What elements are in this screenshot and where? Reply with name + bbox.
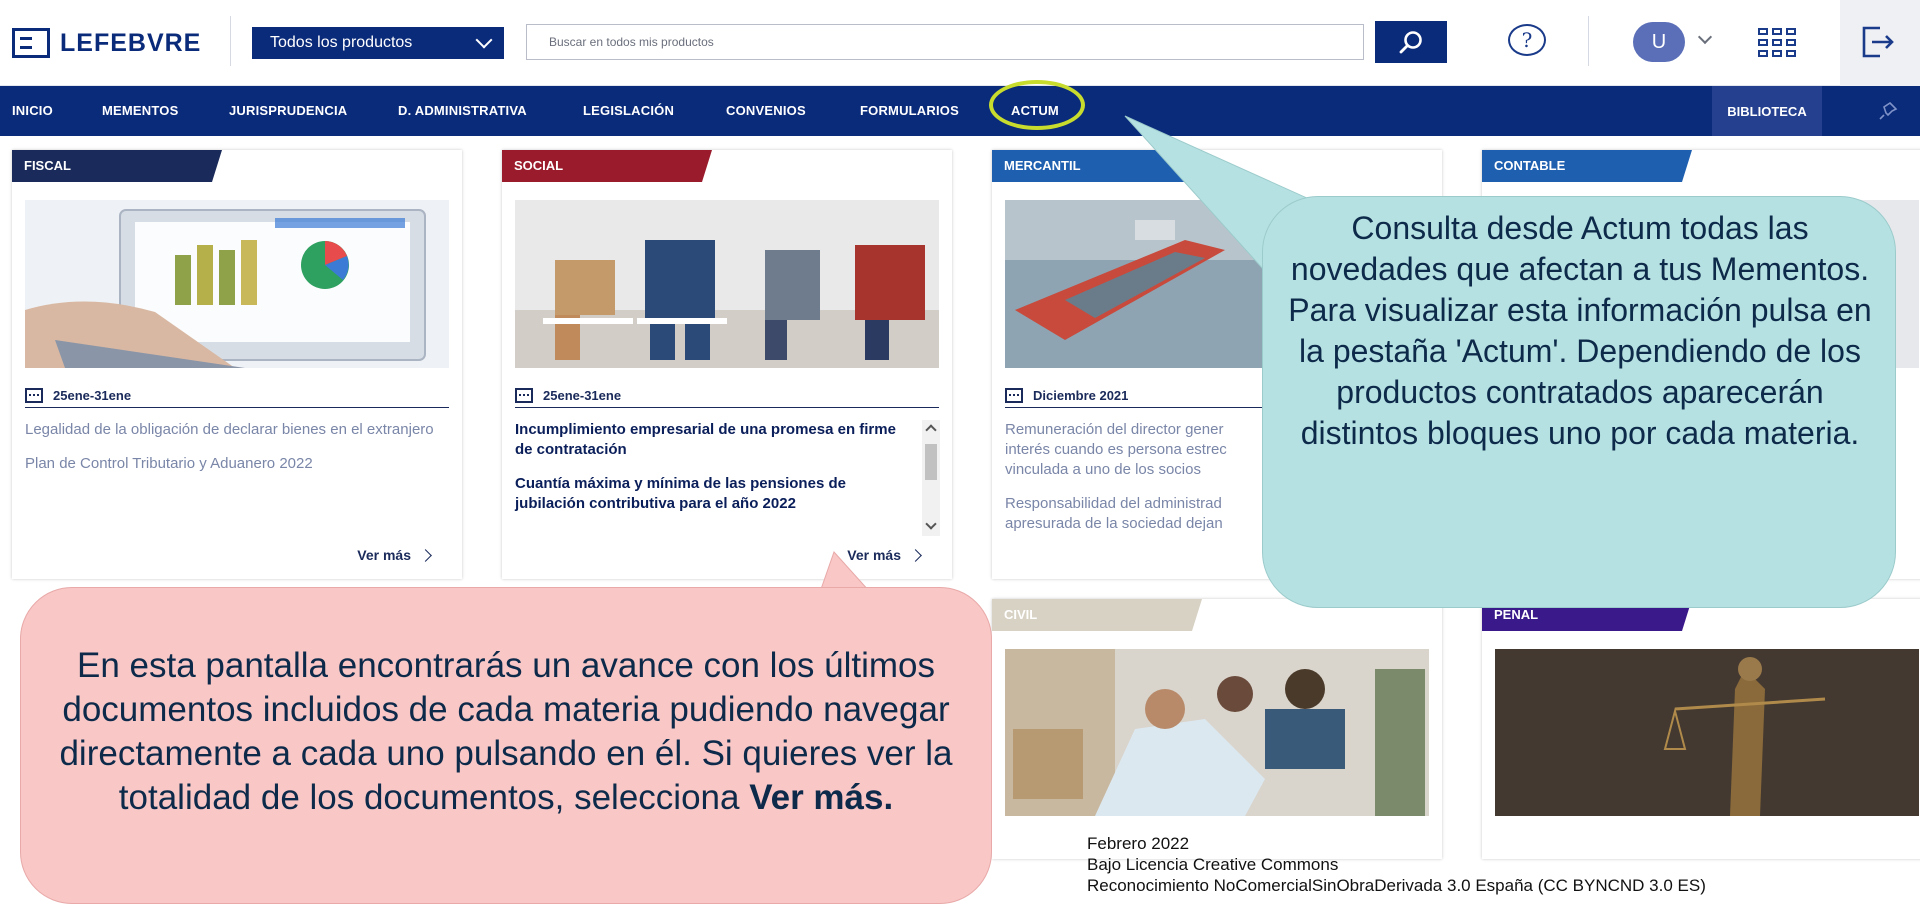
logout-button[interactable] [1840,0,1920,86]
document-link[interactable]: Plan de Control Tributario y Aduanero 20… [25,454,449,474]
nav-item-legislacion[interactable]: LEGISLACIÓN [583,86,674,136]
computer-charts-image[interactable] [25,200,449,368]
top-header: LEFEBVRE Todos los productos Buscar en t… [0,0,1920,86]
card-penal: PENAL [1482,599,1920,859]
card-tag: CIVIL [992,599,1202,631]
justice-statue-image[interactable] [1495,649,1919,816]
search-input[interactable]: Buscar en todos mis productos [526,24,1364,60]
nav-item-convenios[interactable]: CONVENIOS [726,86,806,136]
logo-text: LEFEBVRE [60,28,202,57]
product-selector-label: Todos los productos [270,34,413,51]
nav-item-mementos[interactable]: MEMENTOS [102,86,178,136]
family-reading-image[interactable] [1005,649,1429,816]
card-social: SOCIAL 25ene-31ene Incumplimiento empres… [502,150,952,579]
search-button[interactable] [1375,21,1447,63]
document-link[interactable]: Legalidad de la obligación de declarar b… [25,420,449,440]
card-fiscal: FISCAL 25ene-31ene Legalidad de la oblig… [12,150,462,579]
license-note: Febrero 2022 Bajo Licencia Creative Comm… [1087,834,1706,895]
header-divider [230,16,231,66]
user-avatar[interactable]: U [1633,22,1685,62]
card-tag: MERCANTIL [992,150,1202,182]
card-date: 25ene-31ene [515,384,939,408]
search-icon [1399,31,1422,54]
biblioteca-button[interactable]: BIBLIOTECA [1712,86,1822,136]
calendar-icon [515,388,533,403]
scroll-up-icon[interactable] [925,424,937,436]
apps-grid-icon[interactable] [1757,26,1797,58]
actum-highlight-ring [989,80,1085,130]
user-menu-chevron-icon[interactable] [1697,29,1713,45]
main-nav: INICIO MEMENTOS JURISPRUDENCIA D. ADMINI… [0,86,1920,136]
document-link[interactable]: Incumplimiento empresarial de una promes… [515,420,901,460]
card-date: 25ene-31ene [25,384,449,408]
header-divider [1588,16,1589,66]
nav-item-jurisprudencia[interactable]: JURISPRUDENCIA [229,86,347,136]
logo-mark-icon [12,28,50,58]
card-links: Legalidad de la obligación de declarar b… [25,420,449,488]
avance-callout-text: En esta pantalla encontrarás un avance c… [59,646,953,817]
actum-callout-text: Consulta desde Actum todas las novedades… [1288,210,1872,451]
chevron-down-icon [475,31,493,49]
ver-mas-link[interactable]: Ver más [847,547,920,563]
people-waiting-image[interactable] [515,200,939,368]
card-tag: FISCAL [12,150,222,182]
card-civil: CIVIL [992,599,1442,859]
card-scrollbar[interactable] [922,420,940,536]
scroll-thumb[interactable] [925,444,937,480]
card-tag: CONTABLE [1482,150,1692,182]
nav-item-formularios[interactable]: FORMULARIOS [860,86,959,136]
calendar-icon [25,388,43,403]
help-chat-icon[interactable]: ? [1508,24,1546,56]
product-selector[interactable]: Todos los productos [252,27,504,59]
nav-item-inicio[interactable]: INICIO [12,86,53,136]
calendar-icon [1005,388,1023,403]
logout-icon [1862,26,1894,58]
lefebvre-logo[interactable]: LEFEBVRE [12,26,201,60]
pin-icon[interactable] [1878,101,1898,121]
ver-mas-link[interactable]: Ver más [357,547,430,563]
nav-item-d-administrativa[interactable]: D. ADMINISTRATIVA [398,86,527,136]
card-links: Incumplimiento empresarial de una promes… [515,420,901,528]
scroll-down-icon[interactable] [925,518,937,530]
document-link[interactable]: Cuantía máxima y mínima de las pensiones… [515,474,901,514]
card-tag: SOCIAL [502,150,712,182]
